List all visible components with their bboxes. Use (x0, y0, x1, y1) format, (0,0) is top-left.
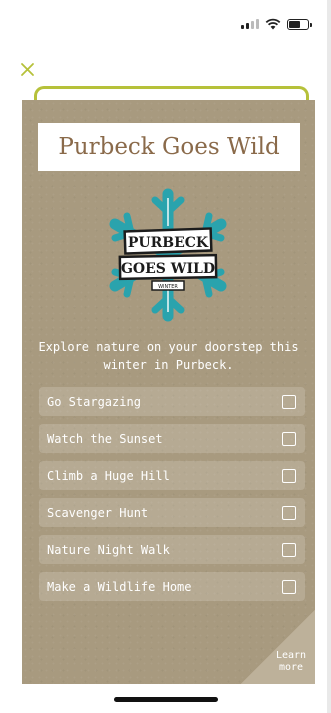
activity-item-climb-a-huge-hill[interactable]: Climb a Huge Hill (39, 461, 305, 490)
activity-label: Nature Night Walk (47, 542, 170, 557)
wifi-icon (265, 18, 281, 30)
battery-icon (287, 18, 312, 30)
activity-item-go-stargazing[interactable]: Go Stargazing (39, 387, 305, 416)
activity-card: Purbeck Goes Wild PURBECK GOES WILD WINT… (22, 100, 315, 684)
activity-label: Go Stargazing (47, 394, 141, 409)
logo-text-goes-wild: GOES WILD (121, 261, 215, 277)
snowflake-logo: PURBECK GOES WILD WINTER (109, 188, 227, 322)
activity-item-scavenger-hunt[interactable]: Scavenger Hunt (39, 498, 305, 527)
activity-list: Go Stargazing Watch the Sunset Climb a H… (39, 387, 305, 609)
activity-label: Watch the Sunset (47, 431, 163, 446)
activity-item-make-a-wildlife-home[interactable]: Make a Wildlife Home (39, 572, 305, 601)
cellular-signal-icon (241, 19, 259, 29)
close-icon[interactable] (20, 62, 36, 78)
battery-fill (289, 20, 300, 28)
activity-checkbox[interactable] (282, 468, 296, 483)
title-banner: Purbeck Goes Wild (38, 123, 300, 171)
learn-more-link[interactable]: Learn more (273, 650, 309, 674)
card-title: Purbeck Goes Wild (58, 134, 280, 160)
status-bar (241, 18, 312, 30)
activity-checkbox[interactable] (282, 394, 296, 409)
intro-text: Explore nature on your doorstep this win… (38, 340, 299, 372)
screen-edge (327, 0, 331, 713)
activity-checkbox[interactable] (282, 431, 296, 446)
logo-text-winter: WINTER (158, 284, 178, 290)
learn-more-label: Learn more (275, 650, 307, 673)
home-indicator[interactable] (114, 697, 218, 702)
logo-text-purbeck: PURBECK (128, 235, 209, 251)
app-screen: Purbeck Goes Wild PURBECK GOES WILD WINT… (0, 0, 331, 713)
activity-label: Climb a Huge Hill (47, 468, 170, 483)
activity-checkbox[interactable] (282, 505, 296, 520)
activity-item-watch-the-sunset[interactable]: Watch the Sunset (39, 424, 305, 453)
activity-label: Make a Wildlife Home (47, 579, 192, 594)
activity-checkbox[interactable] (282, 579, 296, 594)
activity-checkbox[interactable] (282, 542, 296, 557)
activity-item-nature-night-walk[interactable]: Nature Night Walk (39, 535, 305, 564)
activity-label: Scavenger Hunt (47, 505, 149, 520)
